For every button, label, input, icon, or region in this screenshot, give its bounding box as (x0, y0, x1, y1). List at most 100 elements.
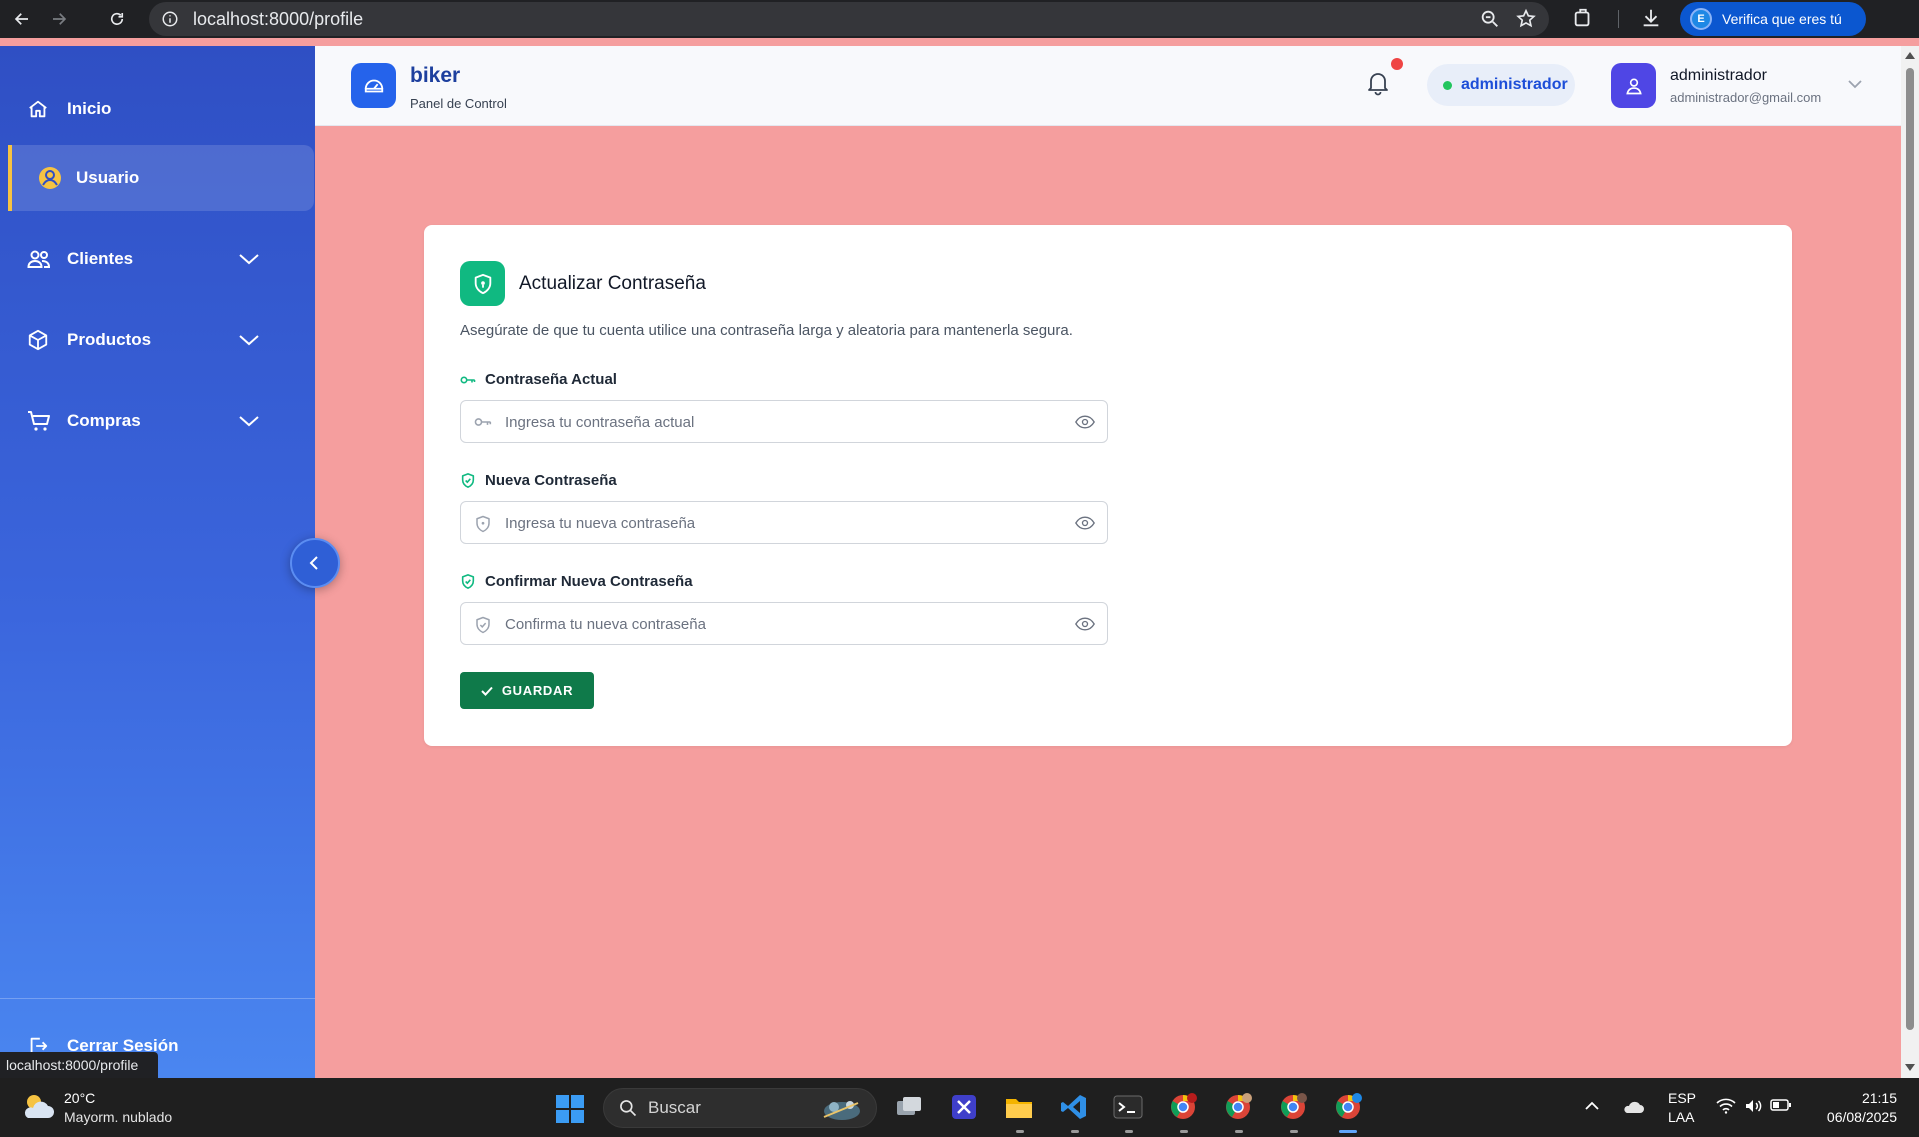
onedrive-cloud-icon[interactable] (1622, 1100, 1644, 1114)
new-password-input[interactable] (505, 510, 1055, 536)
keyboard-layout-indicator[interactable]: LAA (1668, 1109, 1694, 1125)
reload-button[interactable] (105, 7, 129, 31)
sidebar-divider (0, 998, 315, 999)
new-password-label: Nueva Contraseña (460, 472, 617, 489)
current-password-field[interactable] (460, 400, 1108, 443)
top-header: biker Panel de Control administrador adm… (315, 46, 1901, 126)
chrome-profile-r-icon[interactable] (1166, 1090, 1200, 1124)
search-icon (618, 1098, 638, 1118)
brand-subtitle: Panel de Control (410, 96, 507, 111)
key-icon (460, 374, 476, 386)
snipping-tool-icon[interactable] (947, 1090, 981, 1124)
user-icon (1625, 78, 1642, 94)
battery-icon[interactable] (1770, 1098, 1792, 1114)
link-status-bar: localhost:8000/profile (0, 1052, 158, 1078)
forward-button[interactable] (47, 7, 71, 31)
app-running-indicator (1016, 1130, 1024, 1133)
current-password-input[interactable] (505, 409, 1055, 435)
page-scrollbar[interactable] (1901, 46, 1919, 1078)
scroll-up-arrow[interactable] (1905, 52, 1915, 59)
clock-date[interactable]: 06/08/2025 (1827, 1109, 1897, 1125)
users-icon (27, 248, 51, 270)
windows-start-icon[interactable] (556, 1095, 584, 1123)
volume-icon[interactable] (1744, 1098, 1762, 1114)
confirm-password-input[interactable] (505, 611, 1055, 637)
user-circle-icon (37, 165, 63, 191)
shield-icon (460, 472, 476, 489)
arrow-left-icon (14, 13, 28, 25)
taskbar-search-label: Buscar (648, 1098, 701, 1117)
sidebar-item-clientes[interactable]: Clientes (0, 227, 315, 291)
toolbar-divider (1618, 10, 1619, 28)
arrow-right-icon (53, 13, 67, 25)
chevron-up-icon[interactable] (1584, 1100, 1600, 1112)
chevron-down-icon[interactable] (238, 333, 260, 347)
sidebar-item-usuario[interactable]: Usuario (8, 145, 314, 211)
chevron-down-icon[interactable] (1847, 79, 1863, 89)
app-active-indicator (1339, 1130, 1357, 1133)
brand-name[interactable]: biker (410, 64, 460, 88)
vscode-icon[interactable] (1057, 1090, 1091, 1124)
terminal-icon[interactable] (1111, 1090, 1145, 1124)
site-info-icon[interactable] (161, 10, 179, 28)
new-password-field[interactable] (460, 501, 1108, 544)
shield-icon (474, 515, 492, 533)
shield-icon (460, 573, 476, 590)
task-view-icon[interactable] (892, 1090, 926, 1124)
dashboard-logo-icon (351, 63, 396, 108)
bookmark-star-icon[interactable] (1515, 8, 1537, 30)
chevron-left-icon (309, 556, 318, 570)
eye-icon[interactable] (1075, 515, 1095, 531)
chevron-down-icon[interactable] (238, 252, 260, 266)
box-icon (27, 329, 49, 351)
confirm-password-label: Confirmar Nueva Contraseña (460, 573, 693, 590)
reload-icon (110, 12, 124, 25)
user-avatar[interactable] (1611, 63, 1656, 108)
sidebar-item-compras[interactable]: Compras (0, 389, 315, 453)
chrome-profile-avatar-icon[interactable] (1221, 1090, 1255, 1124)
address-bar[interactable]: localhost:8000/profile (149, 2, 1549, 36)
bell-icon[interactable] (1366, 70, 1390, 96)
system-tray[interactable] (1716, 1098, 1792, 1114)
eye-icon[interactable] (1075, 414, 1095, 430)
user-name[interactable]: administrador (1670, 67, 1767, 85)
scroll-thumb[interactable] (1906, 68, 1914, 1030)
profile-chip-label: Verifica que eres tú (1722, 11, 1842, 27)
taskbar-search[interactable]: Buscar (603, 1088, 877, 1128)
file-explorer-icon[interactable] (1002, 1090, 1036, 1124)
cloudy-weather-icon[interactable] (20, 1092, 56, 1122)
search-highlight-icon (818, 1095, 864, 1123)
wifi-icon[interactable] (1716, 1098, 1736, 1114)
sidebar-item-productos[interactable]: Productos (0, 308, 315, 372)
clock-time[interactable]: 21:15 (1862, 1090, 1897, 1106)
sidebar-item-label: Inicio (67, 99, 112, 118)
sidebar-item-label: Clientes (67, 249, 134, 268)
sidebar-collapse-button[interactable] (290, 538, 340, 588)
sidebar-item-inicio[interactable]: Inicio (0, 77, 315, 141)
zoom-icon[interactable] (1479, 8, 1501, 30)
app-running-indicator (1071, 1130, 1079, 1133)
profile-chip[interactable]: E Verifica que eres tú (1680, 2, 1866, 36)
chevron-down-icon[interactable] (238, 414, 260, 428)
online-status-dot (1443, 80, 1452, 90)
weather-temperature: 20°C (64, 1090, 96, 1106)
chrome-profile-k-icon[interactable] (1276, 1090, 1310, 1124)
app-running-indicator (1125, 1130, 1133, 1133)
scroll-down-arrow[interactable] (1905, 1064, 1915, 1071)
windows-taskbar: 20°C Mayorm. nublado Buscar ESP LAA 21:1… (0, 1078, 1919, 1137)
save-button[interactable]: GUARDAR (460, 672, 594, 709)
extensions-icon[interactable] (1572, 7, 1594, 29)
card-title: Actualizar Contraseña (519, 273, 706, 294)
chrome-profile-e-icon[interactable] (1331, 1090, 1365, 1124)
cart-icon (27, 410, 51, 432)
back-button[interactable] (10, 7, 34, 31)
download-icon[interactable] (1640, 7, 1662, 29)
browser-toolbar: localhost:8000/profile E Verifica que er… (0, 0, 1919, 38)
confirm-password-field[interactable] (460, 602, 1108, 645)
language-indicator[interactable]: ESP (1668, 1090, 1696, 1106)
check-icon (481, 686, 493, 696)
update-password-card: Actualizar Contraseña Asegúrate de que t… (424, 225, 1792, 746)
sidebar: Inicio Usuario Clientes Productos Compra… (0, 46, 315, 1078)
key-icon (474, 414, 492, 430)
eye-icon[interactable] (1075, 616, 1095, 632)
